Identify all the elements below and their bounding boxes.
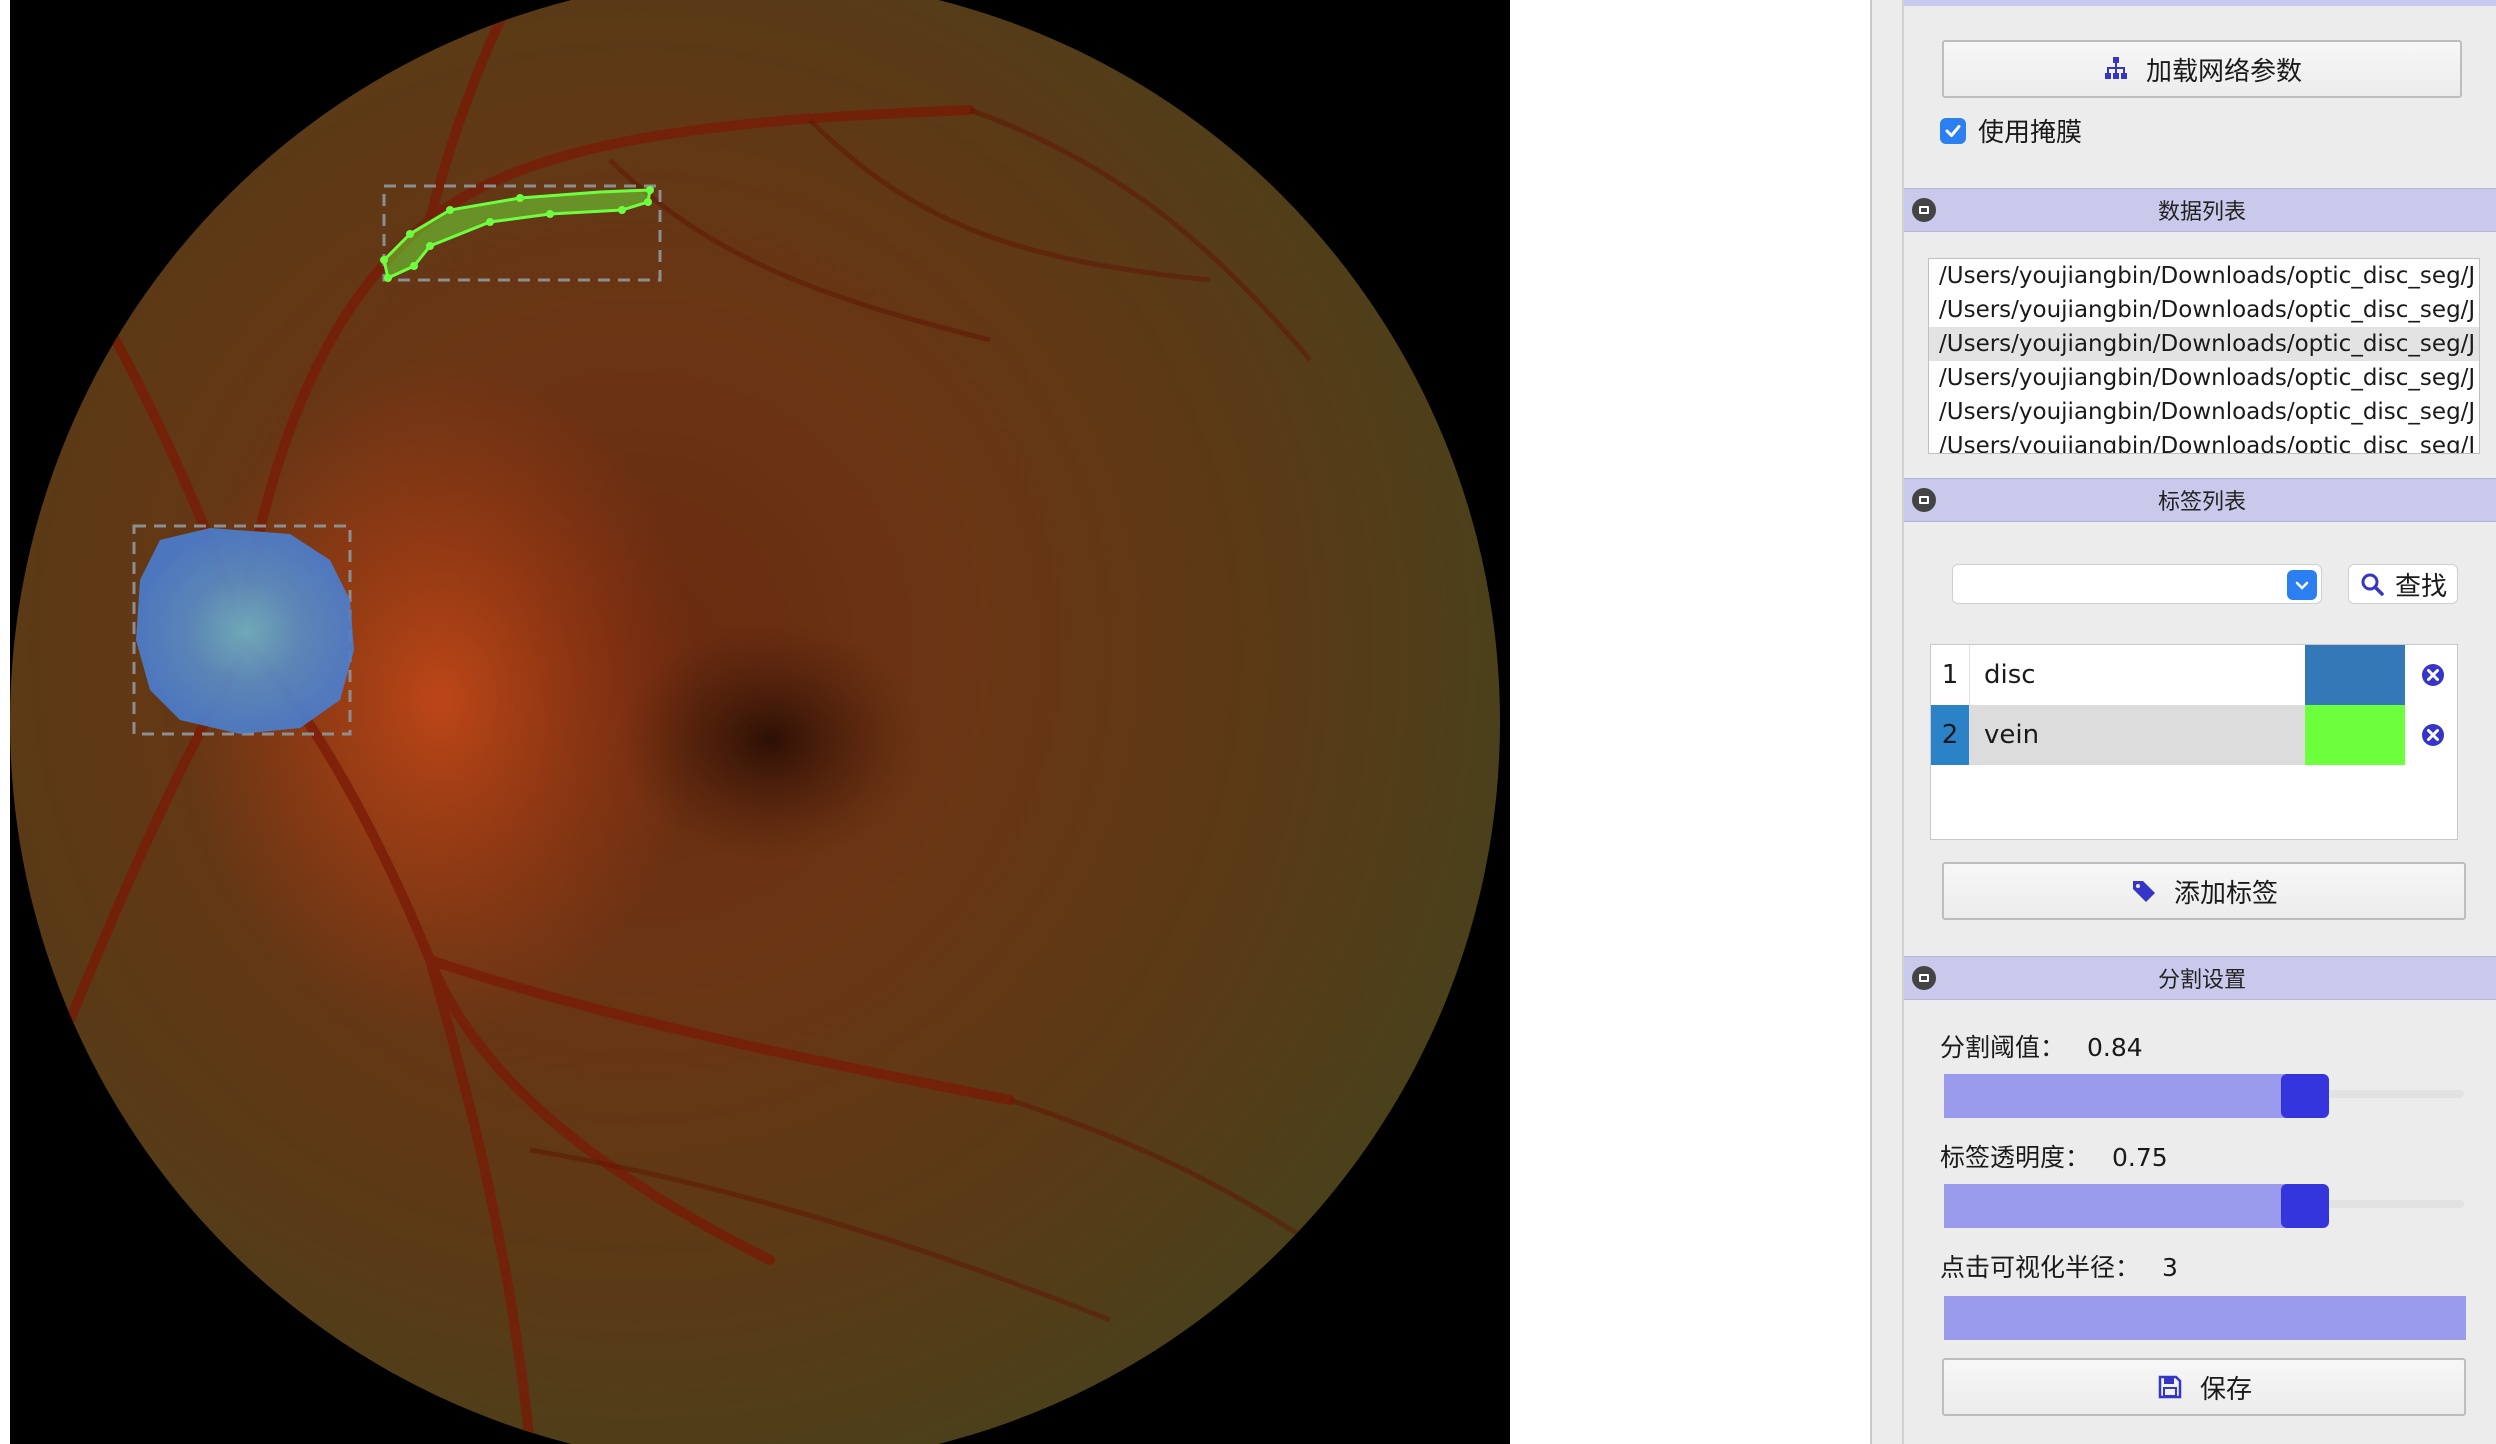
network-icon: [2104, 57, 2127, 79]
fundus-image-svg[interactable]: [10, 0, 1510, 1444]
disc-annotation[interactable]: [136, 528, 354, 734]
use-mask-label: 使用掩膜: [1978, 118, 2083, 148]
radius-slider-fill[interactable]: [1944, 1296, 2466, 1340]
label-name[interactable]: disc: [1969, 645, 2305, 705]
image-canvas-area[interactable]: [0, 0, 1870, 1444]
threshold-label: 分割阈值：: [1940, 1033, 2066, 1062]
undock-icon[interactable]: [1912, 488, 1936, 512]
opacity-label: 标签透明度：: [1940, 1143, 2091, 1172]
threshold-label-row: 分割阈值： 0.84: [1940, 1028, 2143, 1064]
label-search-combobox[interactable]: [1952, 564, 2322, 604]
data-list-title: 数据列表: [2157, 200, 2246, 225]
radius-label-row: 点击可视化半径： 3: [1940, 1248, 2178, 1284]
find-button[interactable]: 查找: [2348, 564, 2458, 604]
data-list-item[interactable]: /Users/youjiangbin/Downloads/optic_disc_…: [1929, 259, 2479, 293]
save-button[interactable]: 保存: [1942, 1358, 2466, 1416]
label-name[interactable]: vein: [1969, 705, 2305, 765]
add-label-button-label: 添加标签: [2173, 878, 2278, 909]
delete-label-icon[interactable]: [2419, 661, 2447, 689]
threshold-slider-fill[interactable]: [1944, 1074, 2305, 1118]
data-list[interactable]: /Users/youjiangbin/Downloads/optic_disc_…: [1928, 258, 2480, 454]
label-row-vein[interactable]: 2 vein: [1931, 705, 2457, 765]
opacity-value: 0.75: [2111, 1143, 2168, 1172]
load-network-params-button[interactable]: 加载网络参数: [1942, 40, 2462, 98]
side-panel: 加载网络参数 使用掩膜 数据列表 /Users/youjiangbin/Down…: [1870, 0, 2496, 1444]
panel-top-strip: [1904, 0, 2496, 6]
fovea: [620, 620, 920, 860]
opacity-slider-handle[interactable]: [2281, 1184, 2329, 1228]
add-label-button[interactable]: 添加标签: [1942, 862, 2466, 920]
label-row-disc[interactable]: 1 disc: [1931, 645, 2457, 705]
data-list-item[interactable]: /Users/youjiangbin/Downloads/optic_disc_…: [1929, 361, 2479, 395]
chevron-down-icon[interactable]: [2287, 570, 2317, 600]
label-color-swatch[interactable]: [2305, 645, 2405, 705]
search-icon: [2361, 573, 2384, 596]
opacity-slider-fill[interactable]: [1944, 1184, 2305, 1228]
threshold-slider-handle[interactable]: [2281, 1074, 2329, 1118]
save-button-label: 保存: [2199, 1374, 2252, 1405]
label-table[interactable]: 1 disc 2 vein: [1930, 644, 2458, 840]
label-index: 1: [1941, 660, 1959, 690]
data-list-header[interactable]: 数据列表: [1904, 188, 2496, 232]
undock-icon[interactable]: [1912, 198, 1936, 222]
radius-label: 点击可视化半径：: [1940, 1253, 2141, 1282]
segmentation-settings-title: 分割设置: [2157, 968, 2246, 993]
data-list-item[interactable]: /Users/youjiangbin/Downloads/optic_disc_…: [1929, 395, 2479, 429]
segmentation-settings-header[interactable]: 分割设置: [1904, 956, 2496, 1000]
undock-icon[interactable]: [1912, 966, 1936, 990]
radius-value: 3: [2161, 1253, 2178, 1282]
opacity-label-row: 标签透明度： 0.75: [1940, 1138, 2168, 1174]
label-list-title: 标签列表: [2157, 490, 2246, 515]
floppy-disk-icon: [2158, 1375, 2182, 1399]
label-color-swatch[interactable]: [2305, 705, 2405, 765]
find-button-label: 查找: [2394, 571, 2447, 602]
data-list-item-selected[interactable]: /Users/youjiangbin/Downloads/optic_disc_…: [1929, 327, 2479, 361]
data-list-item[interactable]: /Users/youjiangbin/Downloads/optic_disc_…: [1929, 429, 2479, 453]
panel-inner: 加载网络参数 使用掩膜 数据列表 /Users/youjiangbin/Down…: [1902, 0, 2496, 1444]
fundus-image[interactable]: [10, 0, 1510, 1444]
delete-label-icon[interactable]: [2419, 721, 2447, 749]
use-mask-checkbox[interactable]: [1940, 117, 1966, 144]
label-index: 2: [1931, 705, 1969, 765]
tags-icon: [2132, 881, 2155, 902]
threshold-value: 0.84: [2086, 1033, 2143, 1062]
load-network-params-label: 加载网络参数: [2145, 56, 2302, 87]
data-list-item[interactable]: /Users/youjiangbin/Downloads/optic_disc_…: [1929, 293, 2479, 327]
label-list-header[interactable]: 标签列表: [1904, 478, 2496, 522]
checkmark-icon: [1945, 124, 1961, 137]
use-mask-checkbox-row[interactable]: 使用掩膜: [1940, 112, 2082, 149]
